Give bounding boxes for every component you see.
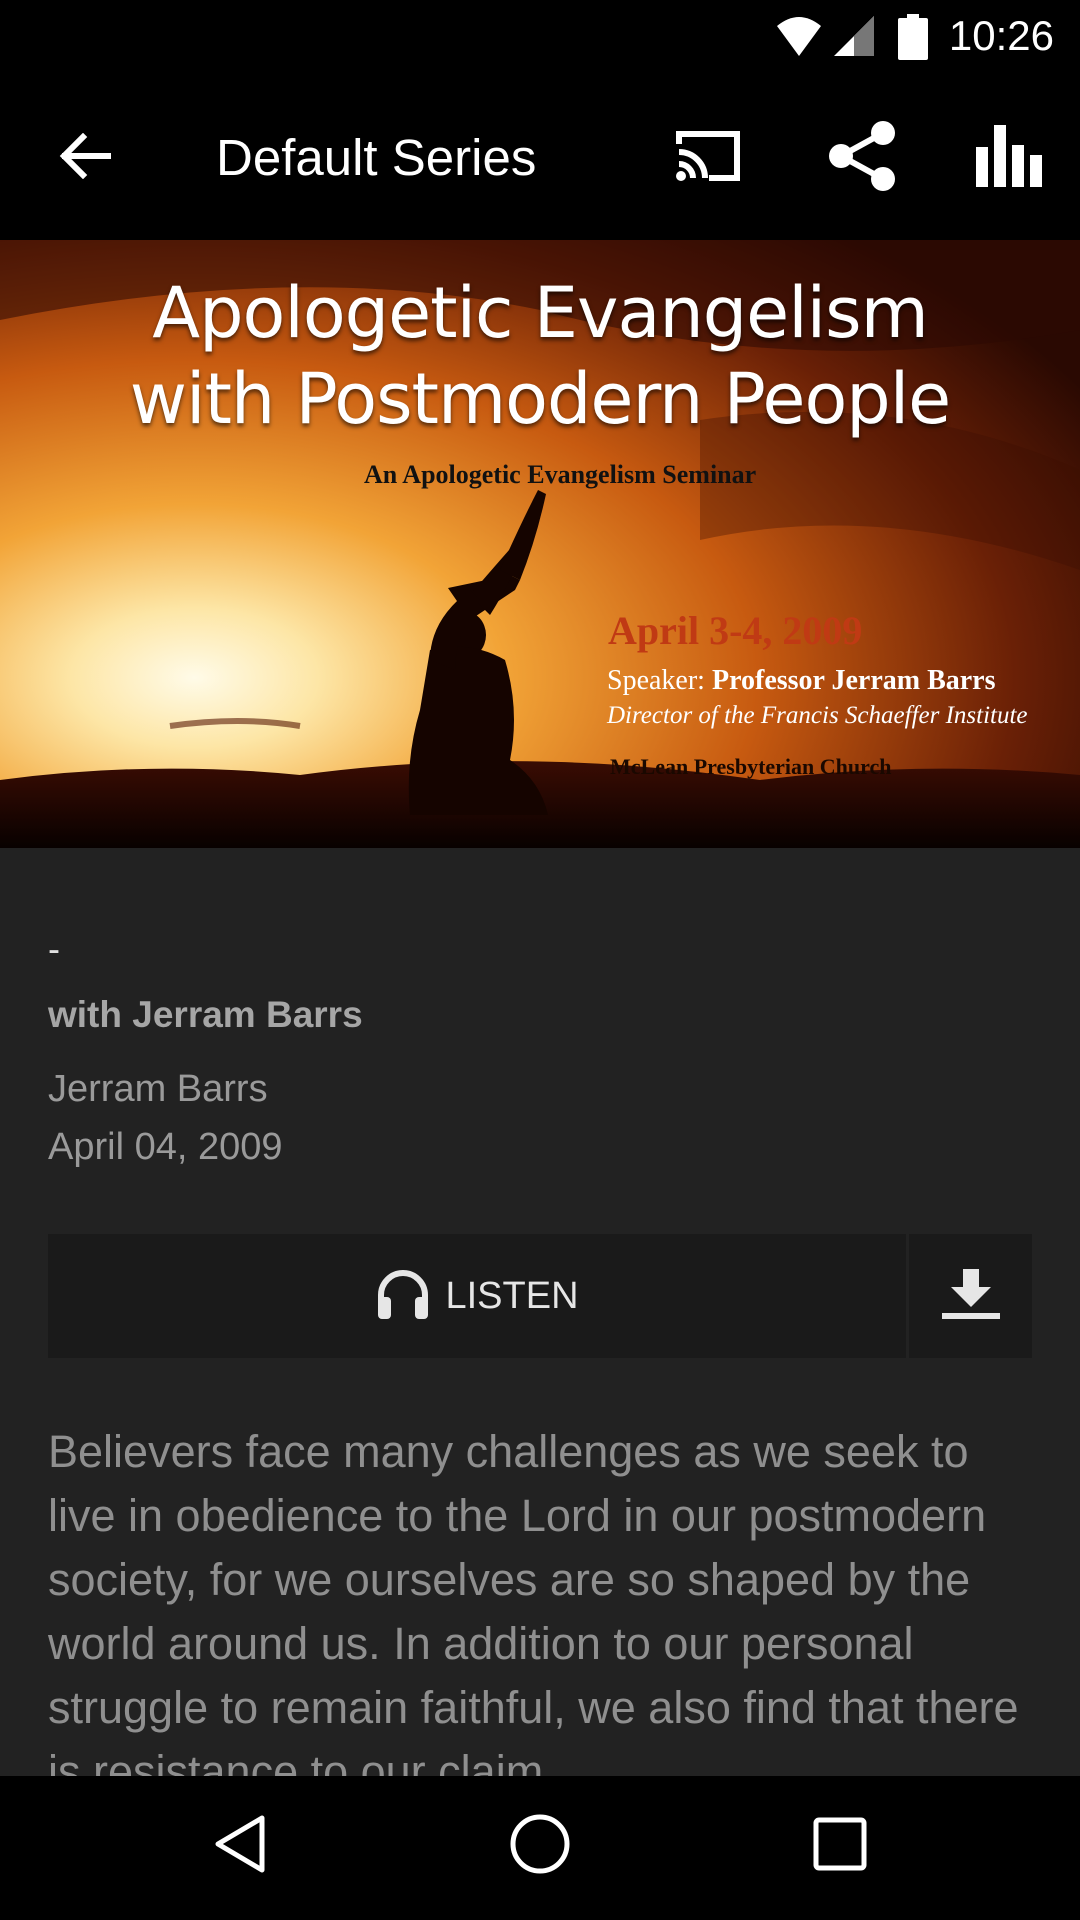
sermon-details: - with Jerram Barrs Jerram Barrs April 0… (0, 848, 1080, 1776)
sermon-description: Believers face many challenges as we see… (48, 1426, 1019, 1776)
artwork-director: Director of the Francis Schaeffer Instit… (607, 702, 1028, 729)
navigation-bar (0, 1776, 1080, 1920)
artwork-date: April 3-4, 2009 (608, 608, 863, 653)
clock: 10:26 (948, 12, 1054, 59)
cellular-signal-icon (832, 14, 876, 62)
toolbar: Default Series (0, 76, 1080, 240)
listen-label: LISTEN (445, 1274, 579, 1317)
artwork-speaker: Speaker: Professor Jerram Barrs (607, 665, 996, 697)
back-button[interactable] (40, 120, 130, 196)
cast-icon (673, 128, 743, 188)
page-title: Default Series (216, 129, 537, 186)
artwork-title-line-2: with Postmodern People (129, 358, 951, 440)
battery-icon (898, 14, 928, 64)
status-bar: 10:26 (0, 0, 1080, 76)
nav-home-button[interactable] (490, 1796, 590, 1896)
sermon-title: - (48, 928, 60, 969)
headphones-icon (375, 1267, 431, 1325)
sermon-date: April 04, 2009 (48, 1126, 283, 1168)
artwork-church: McLean Presbyterian Church (610, 754, 892, 779)
nav-recents-button[interactable] (790, 1796, 890, 1896)
listen-button[interactable]: LISTEN (48, 1234, 906, 1358)
cast-button[interactable] (664, 120, 752, 196)
sermon-subtitle: with Jerram Barrs (48, 994, 363, 1035)
download-icon (941, 1269, 1000, 1323)
share-button[interactable] (818, 116, 908, 200)
artwork-speaker-name: Professor Jerram Barrs (711, 665, 996, 696)
sermon-speaker: Jerram Barrs (48, 1068, 268, 1110)
stats-button[interactable] (964, 118, 1054, 198)
artwork-title-line-1: Apologetic Evangelism (152, 272, 929, 354)
artwork-speaker-prefix: Speaker: (607, 665, 712, 696)
series-artwork: Apologetic Evangelism with Postmodern Pe… (0, 240, 1080, 848)
nav-recents-icon (813, 1817, 867, 1875)
nav-back-button[interactable] (190, 1796, 290, 1896)
bar-chart-icon (974, 125, 1044, 191)
nav-home-icon (509, 1813, 571, 1879)
share-icon (827, 119, 899, 197)
wifi-icon (776, 14, 822, 62)
nav-back-icon (212, 1814, 268, 1878)
arrow-back-icon (59, 132, 112, 183)
artwork-subtitle: An Apologetic Evangelism Seminar (364, 460, 757, 489)
download-button[interactable] (909, 1234, 1032, 1358)
